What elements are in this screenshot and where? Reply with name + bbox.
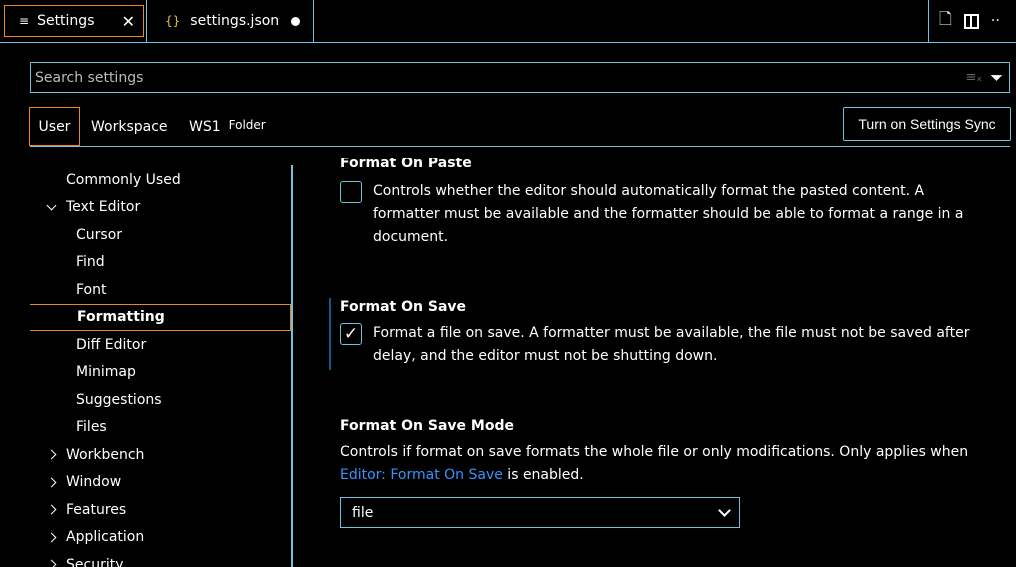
settings-tree: Commonly Used Text Editor Cursor Find Font Fo… (30, 165, 293, 567)
editor-actions: 🗋 ·· (928, 0, 1016, 42)
tree-item-label: Workbench (66, 446, 145, 463)
tree-item-suggestions[interactable]: Suggestions (30, 386, 291, 413)
tree-item-label: Suggestions (76, 391, 162, 408)
turn-on-settings-sync-button[interactable]: Turn on Settings Sync (843, 107, 1011, 141)
json-braces-icon: {} (165, 14, 181, 28)
tree-item-commonly-used[interactable]: Commonly Used (30, 166, 291, 193)
tree-item-minimap[interactable]: Minimap (30, 359, 291, 386)
scope-label: Workspace (91, 118, 168, 135)
tree-item-label: Security (66, 556, 124, 567)
tree-item-security[interactable]: Security (30, 551, 291, 567)
tree-item-text-editor[interactable]: Text Editor (30, 194, 291, 221)
chevron-right-icon[interactable] (46, 477, 57, 487)
settings-list: Format On Paste Controls whether the edi… (295, 158, 1016, 567)
setting-description: Controls whether the editor should autom… (373, 183, 964, 245)
tree-item-label: Files (76, 419, 107, 435)
tree-item-label: Font (76, 281, 107, 298)
tab-label: Settings (37, 13, 95, 29)
setting-description: Format a file on save. A formatter must … (373, 325, 970, 364)
format-on-save-link[interactable]: Editor: Format On Save (340, 467, 503, 483)
tree-item-find[interactable]: Find (30, 249, 291, 276)
chevron-down-icon[interactable] (46, 200, 57, 210)
filter-icon[interactable]: ⏷ (990, 68, 1003, 88)
tree-item-workbench[interactable]: Workbench (30, 441, 291, 468)
split-editor-icon[interactable] (963, 13, 979, 29)
open-settings-json-icon[interactable]: 🗋 (939, 8, 952, 35)
tree-item-label: Diff Editor (76, 336, 147, 353)
tab-label: settings.json (190, 13, 280, 29)
chevron-right-icon[interactable] (46, 449, 57, 460)
check-icon: ✓ (343, 324, 359, 344)
tree-item-label: Window (66, 474, 122, 490)
scope-label: WS1 (189, 118, 221, 135)
select-value: file (352, 504, 374, 521)
tree-item-label: Formatting (77, 309, 165, 325)
tree-item-application[interactable]: Application (30, 524, 291, 551)
format-on-save-checkbox[interactable]: ✓ (340, 323, 362, 345)
chevron-right-icon[interactable] (46, 532, 57, 542)
tree-item-label: Text Editor (66, 199, 141, 215)
chevron-down-icon (718, 503, 731, 517)
tab-settings[interactable]: ≡ Settings ✕ (4, 5, 144, 37)
tree-item-cursor[interactable]: Cursor (30, 221, 291, 248)
tree-item-label: Features (66, 501, 127, 518)
setting-title: Format On Paste (340, 158, 472, 171)
tab-bar: ≡ Settings ✕ {} settings.json 🗋 ·· (0, 0, 1016, 43)
focus-indicator (329, 298, 331, 370)
tree-item-font[interactable]: Font (30, 276, 291, 303)
desc-text: is enabled. (502, 467, 584, 483)
tree-item-formatting[interactable]: Formatting (30, 303, 291, 331)
folder-badge: Folder (228, 118, 266, 132)
chevron-right-icon[interactable] (46, 504, 57, 515)
format-on-save-mode-select[interactable]: file (340, 497, 740, 528)
setting-description: Controls if format on save formats the w… (340, 441, 1000, 487)
scope-tab-workspace[interactable]: Workspace (91, 107, 168, 146)
tab-settings-json[interactable]: {} settings.json (146, 0, 314, 42)
tree-item-window[interactable]: Window (30, 469, 291, 496)
tree-item-label: Minimap (76, 364, 136, 380)
tree-item-label: Cursor (76, 226, 123, 243)
scope-tab-user[interactable]: User (29, 107, 80, 146)
format-on-paste-checkbox[interactable] (340, 181, 362, 203)
chevron-right-icon[interactable] (46, 559, 57, 567)
scope-label: User (38, 118, 71, 135)
tree-item-features[interactable]: Features (30, 496, 291, 523)
desc-text: Controls if format on save formats the w… (340, 444, 969, 460)
tree-item-files[interactable]: Files (30, 414, 291, 441)
scope-tab-folder[interactable]: WS1 Folder (189, 107, 266, 146)
tree-item-label: Find (76, 254, 105, 270)
clear-filter-icon[interactable]: ≡ₓ (966, 70, 983, 85)
more-actions-icon[interactable]: ·· (991, 13, 1000, 29)
setting-title: Format On Save Mode (340, 418, 514, 434)
close-icon[interactable]: ✕ (122, 12, 135, 31)
tree-item-diff-editor[interactable]: Diff Editor (30, 331, 291, 358)
settings-lines-icon: ≡ (19, 14, 30, 28)
tree-item-label: Commonly Used (66, 171, 181, 188)
setting-title: Format On Save (340, 299, 467, 315)
search-settings-box: ≡ₓ ⏷ (30, 62, 1010, 93)
tree-item-label: Application (66, 529, 145, 545)
search-input[interactable] (35, 69, 966, 86)
dirty-dot-icon[interactable] (291, 16, 301, 26)
